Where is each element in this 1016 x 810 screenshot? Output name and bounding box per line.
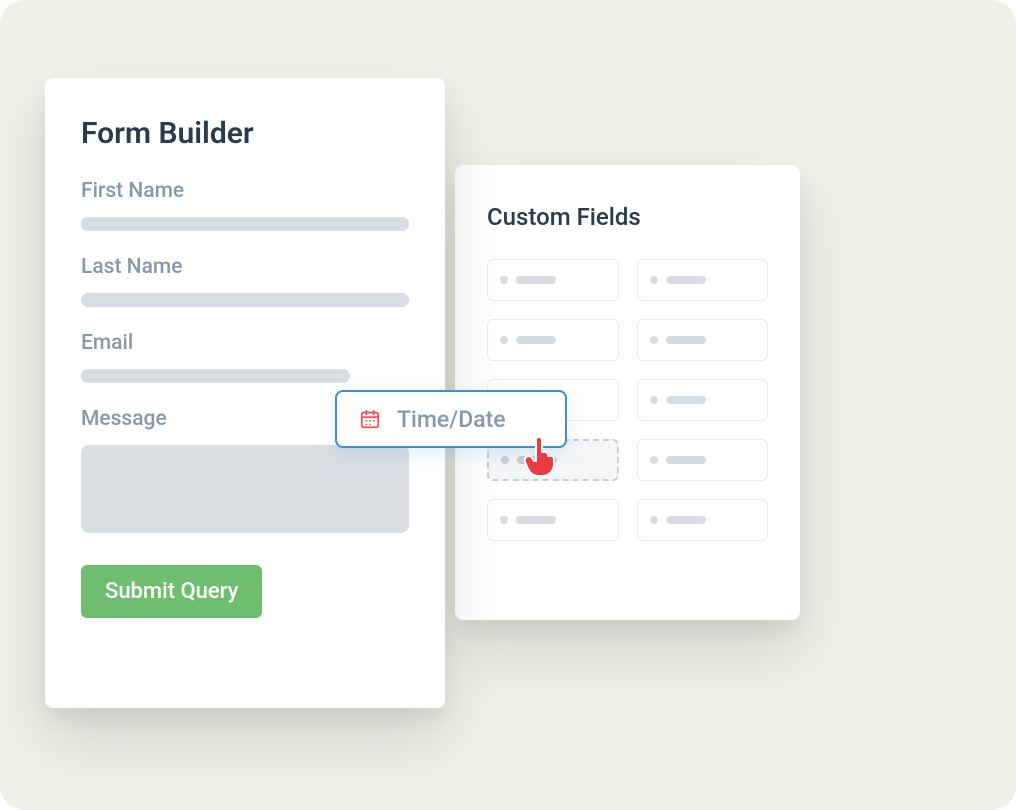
last-name-label: Last Name	[81, 255, 409, 279]
form-group-first-name: First Name	[81, 179, 409, 231]
calendar-icon	[359, 408, 381, 430]
custom-fields-title: Custom Fields	[487, 203, 768, 231]
form-group-last-name: Last Name	[81, 255, 409, 307]
email-label: Email	[81, 331, 409, 355]
last-name-input[interactable]	[81, 293, 409, 307]
first-name-input[interactable]	[81, 217, 409, 231]
field-chip[interactable]	[637, 439, 769, 481]
pointer-cursor-icon	[522, 436, 558, 478]
field-chip[interactable]	[487, 259, 619, 301]
field-chip[interactable]	[637, 379, 769, 421]
message-textarea[interactable]	[81, 445, 409, 533]
field-chip[interactable]	[637, 319, 769, 361]
field-chip[interactable]	[487, 319, 619, 361]
canvas: Custom Fields Form Builder First Name La…	[0, 0, 1016, 810]
submit-button[interactable]: Submit Query	[81, 565, 262, 618]
dragging-field-label: Time/Date	[397, 406, 506, 433]
first-name-label: First Name	[81, 179, 409, 203]
email-input[interactable]	[81, 369, 350, 383]
form-group-email: Email	[81, 331, 409, 383]
field-chip[interactable]	[637, 259, 769, 301]
field-chip[interactable]	[637, 499, 769, 541]
form-builder-title: Form Builder	[81, 116, 409, 151]
field-chip[interactable]	[487, 499, 619, 541]
